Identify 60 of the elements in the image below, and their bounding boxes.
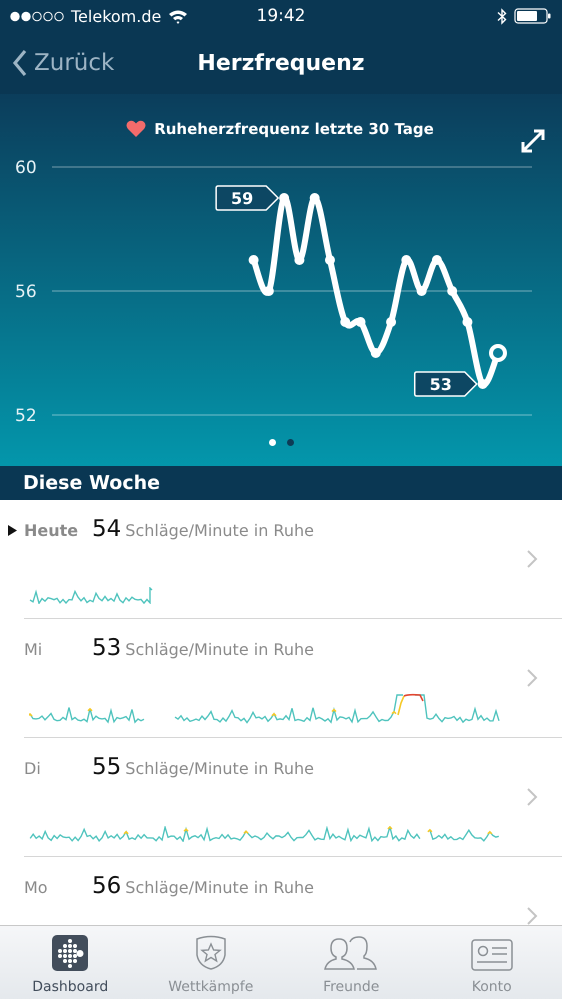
- chevron-icon: [526, 787, 538, 807]
- page-dot[interactable]: [268, 439, 276, 446]
- data-point: [386, 317, 396, 327]
- heart-rate-value: 54: [92, 516, 122, 542]
- unit-label: Schläge/Minute in Ruhe: [125, 759, 314, 778]
- data-point: [478, 379, 488, 389]
- heart-rate-value: 53: [92, 635, 122, 661]
- page-dot[interactable]: [286, 439, 294, 446]
- battery-icon: [514, 8, 552, 24]
- day-label: Heute: [24, 521, 80, 540]
- data-point: [340, 317, 350, 327]
- bluetooth-icon: [497, 8, 507, 24]
- unit-label: Schläge/Minute in Ruhe: [125, 521, 314, 540]
- chevron-left-icon: [12, 49, 28, 77]
- unit-label: Schläge/Minute in Ruhe: [125, 878, 314, 897]
- two-people-icon: [324, 935, 378, 971]
- chevron-icon: [526, 668, 538, 688]
- screen-title: Herzfrequenz: [197, 50, 365, 76]
- carrier-name: Telekom.de: [71, 6, 162, 26]
- current-point: [489, 344, 507, 362]
- heart-rate-value: 56: [92, 873, 122, 899]
- day-row[interactable]: Mi 53 Schläge/Minute in Ruhe: [24, 619, 562, 738]
- axis-label: 60: [15, 158, 37, 178]
- wifi-icon: [168, 8, 188, 24]
- data-point: [324, 255, 335, 265]
- annotation: 59: [231, 189, 254, 208]
- annotation: 53: [430, 375, 452, 394]
- id-card-icon: [470, 939, 513, 971]
- data-point: [248, 255, 259, 265]
- unit-label: Schläge/Minute in Ruhe: [125, 640, 314, 659]
- data-point: [416, 286, 427, 296]
- day-row[interactable]: Heute 54 Schläge/Minute in Ruhe: [24, 500, 562, 619]
- dots-grid-icon: [52, 935, 88, 971]
- expand-button[interactable]: [520, 128, 546, 154]
- day-label: Di: [24, 759, 42, 778]
- data-point: [356, 317, 366, 327]
- heart-rate-value: 55: [92, 754, 122, 780]
- axis-label: 52: [15, 406, 37, 426]
- section-header: Diese Woche: [0, 466, 562, 500]
- signal-icon: [10, 10, 64, 22]
- data-point: [370, 348, 381, 358]
- value-callout: 59: [215, 185, 279, 211]
- tab[interactable]: Dashboard: [10, 935, 130, 995]
- data-point: [279, 193, 290, 203]
- axis-label: 56: [15, 282, 37, 302]
- data-point: [432, 255, 442, 265]
- heart-icon: [126, 120, 146, 138]
- day-label: Mo: [24, 878, 49, 897]
- data-point: [462, 317, 472, 327]
- chart-title: Ruheherzfrequenz letzte 30 Tage: [154, 120, 434, 138]
- value-callout: 53: [414, 371, 478, 397]
- clock-time: 19:42: [256, 6, 306, 26]
- data-point: [447, 286, 458, 296]
- data-point: [264, 286, 274, 296]
- data-point: [401, 255, 412, 265]
- day-row[interactable]: Di 55 Schläge/Minute in Ruhe: [24, 738, 562, 857]
- chevron-icon: [526, 549, 538, 569]
- back-button[interactable]: Zurück: [0, 49, 114, 77]
- data-point: [294, 255, 304, 265]
- day-label: Mi: [24, 640, 44, 659]
